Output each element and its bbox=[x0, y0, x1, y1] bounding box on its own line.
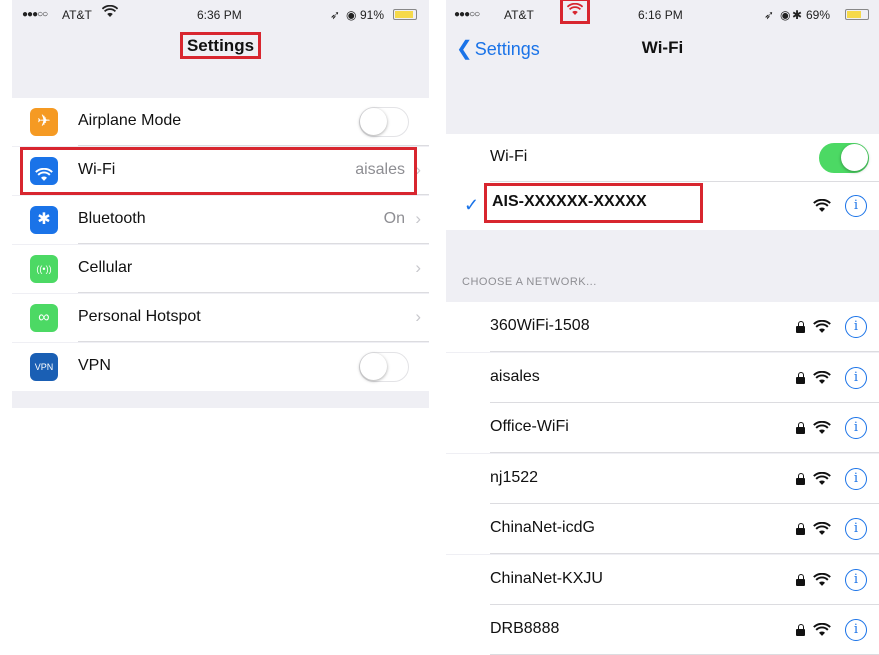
network-row[interactable]: ChinaNet-icdG i bbox=[446, 504, 879, 554]
page-title: Settings bbox=[179, 32, 262, 59]
checkmark-icon: ✓ bbox=[464, 195, 480, 215]
status-bar: ●●●○○ AT&T 6:16 PM ➶ ◉ ✱ 69% bbox=[446, 0, 879, 28]
wifi-icon bbox=[30, 157, 58, 185]
info-icon[interactable]: i bbox=[845, 316, 867, 338]
lock-icon bbox=[796, 321, 805, 333]
location-icon: ➶ bbox=[764, 8, 775, 22]
info-icon[interactable]: i bbox=[845, 619, 867, 641]
info-icon[interactable]: i bbox=[845, 568, 867, 591]
chevron-right-icon: › bbox=[415, 307, 421, 326]
vpn-switch[interactable] bbox=[359, 352, 409, 382]
chevron-right-icon: › bbox=[415, 209, 421, 228]
network-row[interactable]: 360WiFi-1508 i bbox=[446, 302, 879, 352]
settings-row-cellular[interactable]: ((•)) Cellular › bbox=[12, 245, 429, 293]
network-row[interactable]: ChinaNet-KXJU i bbox=[446, 554, 879, 605]
alarm-icon: ◉ bbox=[346, 8, 357, 22]
network-name: ChinaNet-KXJU bbox=[490, 569, 603, 587]
lock-icon bbox=[796, 624, 805, 636]
network-name: nj1522 bbox=[490, 468, 539, 486]
lock-icon bbox=[796, 422, 805, 434]
lock-icon bbox=[796, 371, 805, 384]
network-name: 360WiFi-1508 bbox=[490, 317, 590, 334]
settings-row-label: Airplane Mode bbox=[78, 112, 182, 129]
lock-icon bbox=[796, 523, 805, 535]
wifi-screen: ●●●○○ AT&T 6:16 PM ➶ ◉ ✱ 69% ❮ Settings W… bbox=[446, 0, 879, 655]
wifi-signal-icon bbox=[813, 471, 831, 486]
time-label: 6:36 PM bbox=[197, 8, 242, 22]
status-bar: ●●●○○ AT&T 6:36 PM ➶ ◉ 91% bbox=[12, 0, 429, 28]
lock-icon bbox=[796, 573, 805, 586]
info-icon[interactable]: i bbox=[845, 417, 867, 439]
wifi-signal-icon bbox=[813, 320, 831, 334]
hotspot-icon: ∞ bbox=[30, 304, 58, 332]
network-name: DRB8888 bbox=[490, 620, 560, 637]
settings-row-vpn[interactable]: VPN VPN bbox=[12, 343, 429, 391]
wifi-signal-icon bbox=[813, 370, 831, 385]
time-label: 6:16 PM bbox=[638, 8, 683, 22]
network-row[interactable]: aisales i bbox=[446, 352, 879, 403]
carrier-label: AT&T bbox=[62, 8, 92, 22]
cellular-icon: ((•)) bbox=[30, 255, 58, 283]
bluetooth-status-icon: ✱ bbox=[792, 8, 803, 22]
carrier-label: AT&T bbox=[504, 8, 534, 22]
wifi-status-icon bbox=[560, 0, 590, 24]
settings-row-value: On bbox=[383, 210, 405, 227]
chevron-right-icon: › bbox=[415, 258, 421, 277]
info-icon[interactable]: i bbox=[845, 518, 867, 540]
chevron-right-icon: › bbox=[415, 160, 421, 179]
nav-bar: Settings bbox=[12, 28, 429, 68]
settings-row-label: Wi-Fi bbox=[78, 161, 116, 178]
wifi-signal-icon bbox=[813, 623, 831, 637]
connected-network-name: AIS-XXXXXX-XXXXX bbox=[484, 183, 703, 223]
settings-row-label: Personal Hotspot bbox=[78, 308, 201, 325]
info-icon[interactable]: i bbox=[845, 366, 867, 389]
settings-row-label: Bluetooth bbox=[78, 210, 146, 227]
wifi-label: Wi-Fi bbox=[490, 148, 528, 165]
info-icon[interactable]: i bbox=[845, 467, 867, 490]
wifi-signal-icon bbox=[813, 199, 831, 213]
connected-network-row[interactable]: ✓ AIS-XXXXXX-XXXXX i bbox=[446, 182, 879, 230]
nav-bar: ❮ Settings Wi-Fi bbox=[446, 28, 879, 94]
bluetooth-icon: ✱ bbox=[30, 206, 58, 234]
location-icon: ➶ bbox=[330, 8, 341, 22]
wifi-switch[interactable] bbox=[819, 143, 869, 173]
battery-icon bbox=[845, 9, 869, 21]
network-name: aisales bbox=[490, 367, 540, 385]
signal-dots-icon: ●●●○○ bbox=[22, 9, 48, 20]
network-name: Office-WiFi bbox=[490, 418, 569, 435]
settings-row-airplane-mode[interactable]: ✈ Airplane Mode bbox=[12, 98, 429, 146]
battery-icon bbox=[393, 9, 417, 21]
lock-icon bbox=[796, 472, 805, 485]
network-row[interactable]: Office-WiFi i bbox=[446, 403, 879, 453]
network-row[interactable]: nj1522 i bbox=[446, 453, 879, 504]
wifi-signal-icon bbox=[813, 572, 831, 587]
airplane-icon: ✈ bbox=[30, 108, 58, 136]
info-icon[interactable]: i bbox=[845, 195, 867, 217]
settings-row-wi-fi[interactable]: Wi-Fi aisales › bbox=[12, 147, 429, 195]
settings-row-label: Cellular bbox=[78, 259, 133, 276]
signal-dots-icon: ●●●○○ bbox=[454, 9, 480, 20]
settings-screen: ●●●○○ AT&T 6:36 PM ➶ ◉ 91% Settings ✈ Air… bbox=[12, 0, 429, 408]
settings-row-label: VPN bbox=[78, 357, 111, 374]
wifi-signal-icon bbox=[813, 421, 831, 435]
settings-row-bluetooth[interactable]: ✱ Bluetooth On › bbox=[12, 196, 429, 244]
wifi-signal-icon bbox=[813, 522, 831, 536]
network-name: ChinaNet-icdG bbox=[490, 519, 595, 536]
settings-row-personal-hotspot[interactable]: ∞ Personal Hotspot › bbox=[12, 294, 429, 342]
airplane-switch[interactable] bbox=[359, 107, 409, 137]
settings-row-value: aisales bbox=[355, 161, 405, 178]
battery-percent: 91% bbox=[360, 8, 385, 22]
wifi-status-icon bbox=[101, 4, 119, 21]
wifi-toggle-row: Wi-Fi bbox=[446, 134, 879, 182]
page-title: Wi-Fi bbox=[641, 38, 684, 57]
battery-percent: 69% bbox=[806, 8, 831, 22]
alarm-icon: ◉ bbox=[780, 8, 791, 22]
section-header: CHOOSE A NETWORK... bbox=[462, 276, 597, 288]
vpn-icon: VPN bbox=[30, 353, 58, 381]
